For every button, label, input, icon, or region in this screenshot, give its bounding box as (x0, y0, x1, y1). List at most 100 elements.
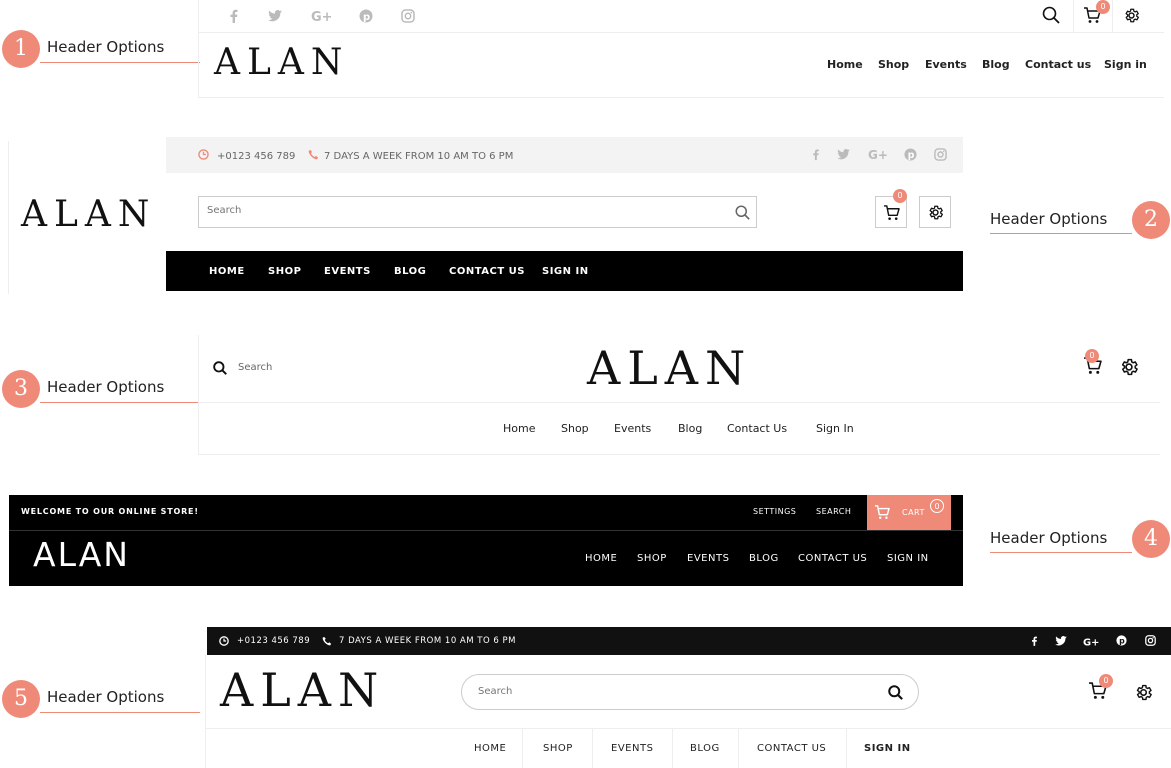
clock-icon (198, 149, 209, 160)
callout-label-1: Header Options (47, 38, 165, 56)
nav-item-shop[interactable]: Shop (561, 422, 589, 435)
nav-item-contact[interactable]: CONTACT US (449, 266, 525, 277)
nav-item-blog[interactable]: Blog (678, 422, 702, 435)
nav-item-home[interactable]: Home (827, 58, 863, 71)
clock-icon (219, 636, 229, 646)
nav-item-signin[interactable]: SIGN IN (864, 743, 911, 754)
nav-item-events[interactable]: EVENTS (324, 266, 371, 277)
nav-item-signin[interactable]: SIGN IN (887, 553, 929, 564)
phone-number: +0123 456 789 (237, 636, 311, 646)
search-icon[interactable] (888, 685, 903, 700)
opening-hours: 7 DAYS A WEEK FROM 10 AM TO 6 PM (339, 636, 516, 646)
search-input[interactable] (207, 205, 707, 216)
search-icon[interactable] (735, 205, 750, 220)
nav-divider (592, 728, 593, 768)
nav-item-shop[interactable]: Shop (878, 58, 909, 71)
divider (1112, 0, 1113, 33)
nav-item-signin[interactable]: Sign in (1104, 58, 1147, 71)
search-field[interactable] (198, 196, 757, 228)
callout-line-2 (990, 233, 1132, 234)
facebook-icon[interactable] (812, 148, 820, 161)
header-option-5: ALAN 0 HOME SHOP EVENTS BLOG CONTACT US … (205, 655, 1171, 768)
nav-item-signin[interactable]: SIGN IN (542, 266, 589, 277)
twitter-icon[interactable] (268, 10, 282, 22)
pinterest-icon[interactable]: p (1116, 635, 1127, 646)
callout-number-4: 4 (1132, 520, 1170, 558)
cart-label: CART (902, 508, 925, 517)
cart-button[interactable]: 0 (875, 189, 907, 228)
twitter-icon[interactable] (837, 149, 850, 160)
instagram-icon[interactable] (934, 148, 947, 161)
logo[interactable]: ALAN (587, 341, 752, 395)
nav-item-events[interactable]: EVENTS (687, 553, 729, 564)
nav-item-signin[interactable]: Sign In (816, 422, 854, 435)
callout-number-5: 5 (2, 680, 40, 718)
pinterest-icon[interactable]: p (359, 9, 373, 23)
cart-icon (874, 505, 890, 520)
settings-button[interactable] (919, 196, 951, 228)
nav-item-home[interactable]: Home (503, 422, 535, 435)
instagram-icon[interactable] (1145, 635, 1156, 646)
nav-item-contact[interactable]: CONTACT US (757, 743, 826, 754)
search-icon[interactable] (1042, 6, 1060, 24)
nav-item-shop[interactable]: SHOP (543, 743, 573, 754)
nav-item-contact[interactable]: Contact Us (727, 422, 787, 435)
logo[interactable]: ALAN (21, 194, 156, 235)
divider (206, 728, 1171, 729)
nav-item-blog[interactable]: Blog (982, 58, 1010, 71)
facebook-icon[interactable] (1031, 635, 1038, 647)
callout-number-3: 3 (2, 370, 40, 408)
header2-topbar: +0123 456 789 7 DAYS A WEEK FROM 10 AM T… (166, 137, 963, 173)
nav-item-blog[interactable]: BLOG (749, 553, 779, 564)
nav-item-blog[interactable]: BLOG (690, 743, 720, 754)
cart-count-badge: 0 (893, 189, 907, 203)
nav-item-shop[interactable]: SHOP (268, 266, 301, 277)
search-label[interactable]: Search (238, 362, 272, 373)
cart-count-badge: 0 (930, 499, 944, 513)
search-field[interactable] (461, 674, 919, 710)
divider (9, 530, 963, 531)
gear-icon[interactable] (1119, 357, 1139, 377)
nav-divider (846, 728, 847, 768)
logo[interactable]: ALAN (220, 663, 385, 717)
nav-item-home[interactable]: HOME (585, 553, 617, 564)
nav-item-shop[interactable]: SHOP (637, 553, 667, 564)
nav-item-events[interactable]: Events (925, 58, 967, 71)
callout-line-4 (990, 552, 1132, 553)
google-plus-icon[interactable]: G+ (868, 148, 888, 160)
svg-text:p: p (363, 12, 370, 23)
nav-item-contact[interactable]: Contact us (1025, 58, 1091, 71)
nav-item-blog[interactable]: BLOG (394, 266, 426, 277)
search-icon[interactable] (213, 361, 227, 375)
cart-count-badge: 0 (1085, 349, 1099, 363)
instagram-icon[interactable] (401, 9, 415, 23)
google-plus-icon[interactable]: G+ (311, 10, 331, 22)
cart-icon (883, 205, 900, 220)
callout-label-2: Header Options (990, 210, 1108, 228)
header-option-3: Search ALAN 0 Home Shop Events Blog Cont… (198, 335, 1160, 455)
nav-item-home[interactable]: HOME (474, 743, 506, 754)
callout-line-3 (40, 402, 200, 403)
nav-item-events[interactable]: EVENTS (611, 743, 653, 754)
cart-button[interactable]: CART 0 (867, 495, 951, 530)
twitter-icon[interactable] (1055, 636, 1067, 646)
logo[interactable]: ALAN (214, 42, 349, 83)
cart-count-badge: 0 (1096, 0, 1110, 14)
search-input[interactable] (478, 686, 858, 697)
pinterest-icon[interactable]: p (904, 148, 917, 161)
settings-link[interactable]: SETTINGS (753, 507, 796, 516)
nav-divider (672, 728, 673, 768)
nav-item-events[interactable]: Events (614, 422, 651, 435)
gear-icon (929, 205, 944, 220)
gear-icon[interactable] (1134, 683, 1153, 702)
nav-item-home[interactable]: HOME (209, 266, 245, 277)
gear-icon[interactable] (1123, 7, 1140, 24)
callout-label-4: Header Options (990, 529, 1108, 547)
nav-item-contact[interactable]: CONTACT US (798, 553, 867, 564)
google-plus-icon[interactable]: G+ (1083, 635, 1101, 648)
logo[interactable]: ALAN (33, 535, 130, 574)
callout-label-3: Header Options (47, 378, 165, 396)
search-link[interactable]: SEARCH (816, 507, 851, 516)
header-option-2: +0123 456 789 7 DAYS A WEEK FROM 10 AM T… (8, 137, 963, 294)
facebook-icon[interactable] (229, 9, 239, 23)
